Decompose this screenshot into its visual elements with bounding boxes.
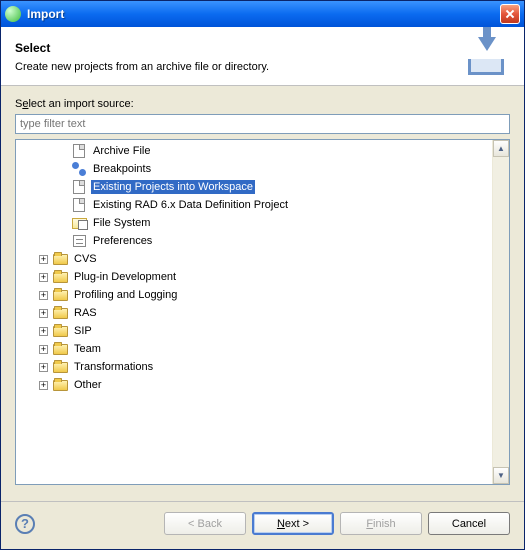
tree-item[interactable]: + Transformations: [16, 358, 492, 376]
content-area: Select an import source: Archive File Bre…: [1, 86, 524, 501]
finish-button: Finish: [340, 512, 422, 535]
tree-item[interactable]: Archive File: [16, 142, 492, 160]
folder-icon: [52, 251, 68, 267]
preferences-icon: [71, 233, 87, 249]
expand-icon[interactable]: +: [39, 255, 48, 264]
tree-item[interactable]: + Profiling and Logging: [16, 286, 492, 304]
expand-icon[interactable]: +: [39, 309, 48, 318]
document-icon: [71, 143, 87, 159]
tree-item-label: Archive File: [91, 144, 152, 158]
close-button[interactable]: [500, 4, 520, 24]
folder-icon: [52, 341, 68, 357]
tree-item-label: SIP: [72, 324, 94, 338]
tree-item-label: Plug-in Development: [72, 270, 178, 284]
expand-icon[interactable]: +: [39, 345, 48, 354]
tree-container: Archive File Breakpoints Existing Projects…: [15, 139, 510, 485]
filesystem-icon: [71, 215, 87, 231]
expand-icon[interactable]: +: [39, 381, 48, 390]
filter-input[interactable]: [15, 114, 510, 134]
scroll-up-button[interactable]: ▲: [493, 140, 509, 157]
folder-icon: [52, 269, 68, 285]
folder-icon: [52, 359, 68, 375]
tree-item[interactable]: + SIP: [16, 322, 492, 340]
header-title: Select: [15, 41, 464, 55]
expand-icon[interactable]: +: [39, 327, 48, 336]
wizard-header: Select Create new projects from an archi…: [1, 27, 524, 86]
tree-item-label: Existing RAD 6.x Data Definition Project: [91, 198, 290, 212]
window-title: Import: [27, 7, 500, 21]
breakpoints-icon: [71, 161, 87, 177]
tree-item-label: CVS: [72, 252, 99, 266]
tree-item-label: Breakpoints: [91, 162, 153, 176]
expand-icon[interactable]: +: [39, 363, 48, 372]
tree-item[interactable]: + CVS: [16, 250, 492, 268]
folder-icon: [52, 287, 68, 303]
tree-item[interactable]: Existing RAD 6.x Data Definition Project: [16, 196, 492, 214]
back-button: < Back: [164, 512, 246, 535]
folder-icon: [52, 305, 68, 321]
titlebar: Import: [1, 1, 524, 27]
import-source-tree[interactable]: Archive File Breakpoints Existing Projects…: [16, 140, 492, 484]
source-label: Select an import source:: [15, 98, 510, 110]
scrollbar[interactable]: ▲ ▼: [492, 140, 509, 484]
tree-item[interactable]: Breakpoints: [16, 160, 492, 178]
document-icon: [71, 197, 87, 213]
folder-icon: [52, 377, 68, 393]
app-icon: [5, 6, 21, 22]
scroll-down-button[interactable]: ▼: [493, 467, 509, 484]
tree-item-label: Team: [72, 342, 103, 356]
tree-item-label: Preferences: [91, 234, 154, 248]
import-icon: [464, 37, 510, 77]
expand-icon[interactable]: +: [39, 273, 48, 282]
button-bar: ? < Back Next > Finish Cancel: [1, 501, 524, 549]
expand-icon[interactable]: +: [39, 291, 48, 300]
tree-item[interactable]: File System: [16, 214, 492, 232]
header-description: Create new projects from an archive file…: [15, 61, 464, 73]
tree-item[interactable]: + Team: [16, 340, 492, 358]
folder-icon: [52, 323, 68, 339]
help-button[interactable]: ?: [15, 514, 35, 534]
next-button[interactable]: Next >: [252, 512, 334, 535]
tree-item[interactable]: + RAS: [16, 304, 492, 322]
tree-item-label: File System: [91, 216, 152, 230]
tree-item[interactable]: + Plug-in Development: [16, 268, 492, 286]
tree-item[interactable]: Existing Projects into Workspace: [16, 178, 492, 196]
import-dialog: Import Select Create new projects from a…: [0, 0, 525, 550]
tree-item[interactable]: Preferences: [16, 232, 492, 250]
tree-item[interactable]: + Other: [16, 376, 492, 394]
header-text: Select Create new projects from an archi…: [15, 41, 464, 73]
tree-item-label: Other: [72, 378, 104, 392]
tree-item-label: Profiling and Logging: [72, 288, 179, 302]
cancel-button[interactable]: Cancel: [428, 512, 510, 535]
tree-item-label: Existing Projects into Workspace: [91, 180, 255, 194]
tree-item-label: RAS: [72, 306, 99, 320]
tree-item-label: Transformations: [72, 360, 155, 374]
document-icon: [71, 179, 87, 195]
